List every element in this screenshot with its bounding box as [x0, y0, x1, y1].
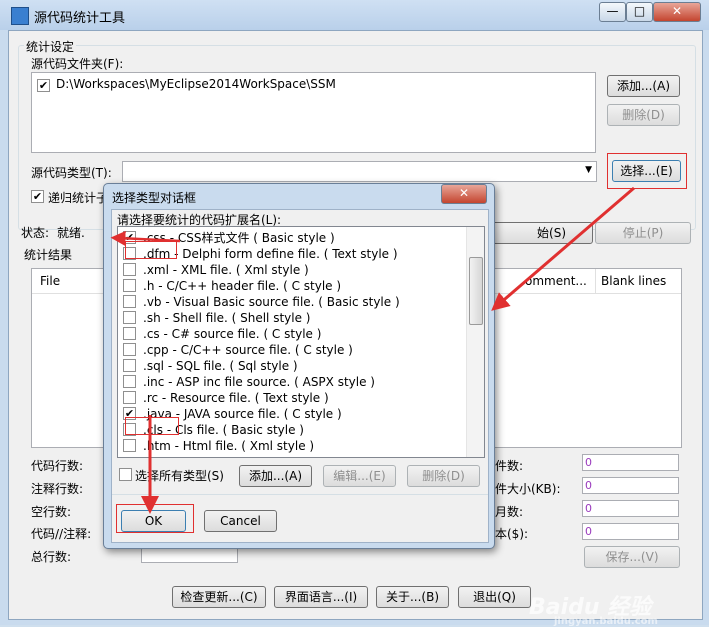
arrow-to-list — [491, 186, 635, 311]
annotation-arrows — [110, 186, 635, 514]
arrow-to-css — [110, 230, 181, 246]
